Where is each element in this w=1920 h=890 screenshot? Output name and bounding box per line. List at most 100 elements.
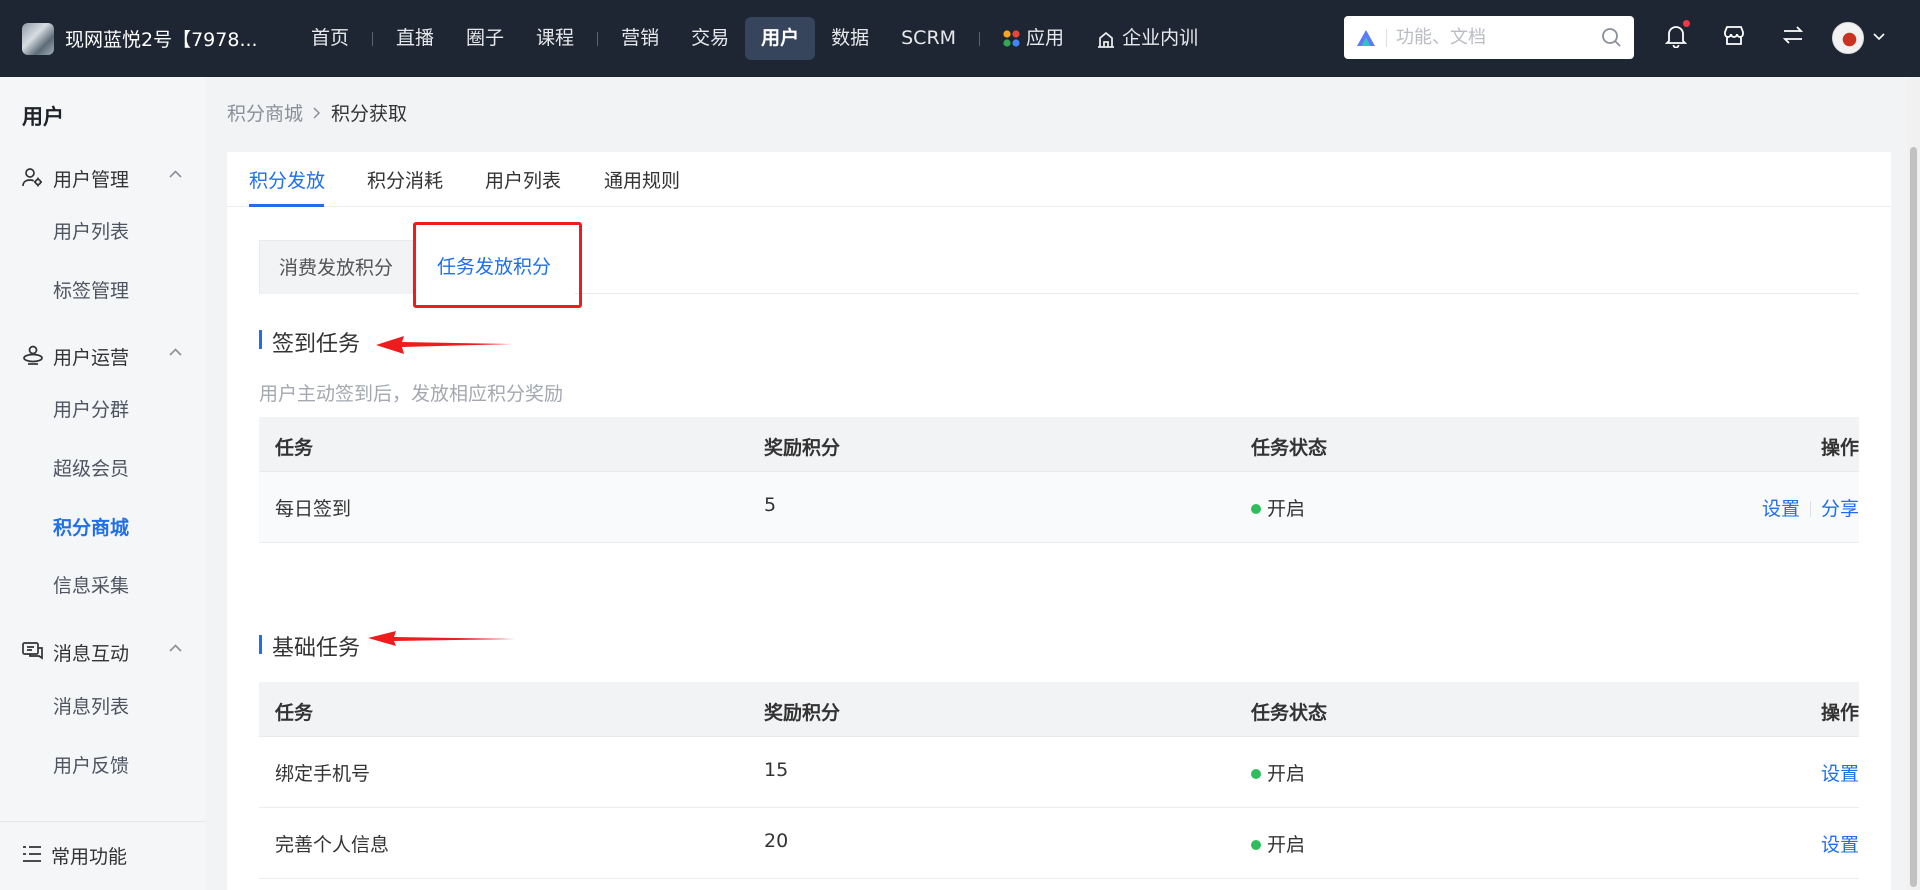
main-nav: 首页 直播 圈子 课程 营销 交易 用户 数据 SCRM 应用 企业内训 (295, 17, 1214, 60)
task-name: 每日签到 (275, 498, 352, 520)
tab-points-issue[interactable]: 积分发放 (249, 166, 325, 193)
task-name: 完善个人信息 (275, 834, 390, 856)
task-status: 开启 (1251, 494, 1305, 521)
brand[interactable]: 现网蓝悦2号【7978... (22, 22, 277, 55)
reward-points: 20 (764, 830, 789, 852)
tab-user-list[interactable]: 用户列表 (485, 166, 561, 193)
column-header-actions: 操作 (1820, 702, 1859, 724)
tab-bar: 积分发放 积分消耗 用户列表 通用规则 (227, 152, 1891, 207)
nav-divider (597, 31, 599, 46)
nav-item-live[interactable]: 直播 (380, 17, 450, 60)
user-avatar[interactable] (1832, 22, 1864, 54)
page-scrollbar[interactable] (1907, 77, 1920, 890)
switch-icon[interactable] (1782, 24, 1804, 46)
action-divider (1809, 501, 1811, 517)
section-marker (259, 635, 262, 654)
sidebar-item-tag-management[interactable]: 标签管理 (53, 276, 129, 303)
nav-item-user[interactable]: 用户 (745, 17, 816, 60)
column-header-points: 奖励积分 (764, 437, 841, 459)
sidebar-group-message-interaction[interactable]: 消息互动 (22, 639, 182, 666)
sidebar-group-label: 常用功能 (51, 846, 128, 868)
sidebar-group-user-management[interactable]: 用户管理 (22, 165, 182, 192)
nav-item-data[interactable]: 数据 (815, 17, 885, 60)
bell-icon[interactable] (1665, 20, 1690, 48)
message-icon (22, 641, 44, 665)
breadcrumb: 积分商城 积分获取 (227, 99, 407, 126)
annotation-arrow (368, 631, 516, 646)
breadcrumb-parent[interactable]: 积分商城 (227, 99, 303, 126)
task-name: 绑定手机号 (275, 763, 371, 785)
basic-section-title: 基础任务 (272, 636, 361, 661)
notification-dot (1683, 20, 1690, 27)
sidebar-group-user-operations[interactable]: 用户运营 (22, 343, 182, 370)
reward-points: 5 (764, 494, 777, 516)
store-icon[interactable] (1723, 24, 1745, 46)
chevron-up-icon[interactable] (169, 348, 182, 356)
sidebar-item-info-collection[interactable]: 信息采集 (53, 571, 129, 598)
table-header: 任务 奖励积分 任务状态 操作 (259, 682, 1859, 737)
table-header: 任务 奖励积分 任务状态 操作 (259, 417, 1859, 472)
chevron-up-icon[interactable] (169, 644, 182, 652)
row-actions: 设置 (1821, 830, 1859, 857)
list-icon (22, 845, 42, 867)
nav-item-trade[interactable]: 交易 (675, 17, 745, 60)
signin-task-table: 任务 奖励积分 任务状态 操作 每日签到 5 开启 设置 分享 (259, 417, 1859, 543)
sidebar-item-user-segments[interactable]: 用户分群 (53, 395, 129, 422)
search-input[interactable] (1396, 27, 1596, 48)
tab-general-rules[interactable]: 通用规则 (604, 166, 680, 193)
sidebar-item-points-mall[interactable]: 积分商城 (53, 513, 129, 540)
signin-section-title: 签到任务 (272, 332, 361, 357)
top-navigation-bar: 现网蓝悦2号【7978... 首页 直播 圈子 课程 营销 交易 用户 数据 S… (0, 0, 1920, 77)
sidebar-item-message-list[interactable]: 消息列表 (53, 692, 129, 719)
nav-divider (979, 31, 981, 46)
nav-item-scrm[interactable]: SCRM (885, 17, 972, 60)
column-header-task: 任务 (275, 702, 314, 724)
nav-item-apps-label: 应用 (1026, 27, 1065, 49)
settings-link[interactable]: 设置 (1821, 763, 1859, 785)
building-icon (1096, 29, 1116, 49)
column-header-points: 奖励积分 (764, 702, 841, 724)
annotation-highlight-box (413, 222, 582, 308)
tab-points-consume[interactable]: 积分消耗 (367, 166, 443, 193)
active-tab-indicator (249, 204, 324, 207)
sidebar-item-user-list[interactable]: 用户列表 (53, 217, 129, 244)
nav-item-apps[interactable]: 应用 (987, 17, 1080, 60)
table-row: 绑定手机号 15 开启 设置 (259, 737, 1859, 808)
nav-item-circle[interactable]: 圈子 (450, 17, 520, 60)
nav-item-marketing[interactable]: 营销 (605, 17, 675, 60)
sidebar-item-super-member[interactable]: 超级会员 (53, 454, 129, 481)
column-header-status: 任务状态 (1251, 702, 1328, 724)
sidebar-item-user-feedback[interactable]: 用户反馈 (53, 751, 129, 778)
sidebar-group-common-functions[interactable]: 常用功能 (22, 842, 182, 869)
share-link[interactable]: 分享 (1821, 498, 1859, 520)
subtab-consumption-points[interactable]: 消费发放积分 (259, 240, 413, 294)
brand-logo (22, 22, 54, 55)
table-row: 完善个人信息 20 开启 设置 (259, 808, 1859, 879)
chevron-down-icon[interactable] (1873, 33, 1885, 41)
scrollbar-thumb[interactable] (1910, 147, 1917, 887)
settings-link[interactable]: 设置 (1762, 498, 1800, 520)
status-text: 开启 (1267, 834, 1306, 856)
search-icon[interactable] (1601, 27, 1622, 48)
nav-item-home[interactable]: 首页 (295, 17, 365, 60)
sidebar-group-label: 用户运营 (53, 347, 130, 369)
search-divider (1386, 28, 1387, 47)
column-header-task: 任务 (275, 437, 314, 459)
user-settings-icon (22, 167, 44, 191)
nav-divider (372, 31, 374, 46)
sidebar-group-label: 消息互动 (53, 643, 130, 665)
table-row: 每日签到 5 开启 设置 分享 (259, 472, 1859, 543)
nav-item-training[interactable]: 企业内训 (1080, 17, 1214, 60)
status-dot (1251, 769, 1261, 779)
settings-link[interactable]: 设置 (1821, 834, 1859, 856)
chevron-up-icon[interactable] (169, 170, 182, 178)
brand-name: 现网蓝悦2号【7978... (65, 29, 258, 51)
section-marker (259, 330, 262, 349)
apps-grid-icon (1003, 30, 1020, 47)
status-text: 开启 (1267, 498, 1306, 520)
search-box (1344, 16, 1634, 59)
status-dot (1251, 504, 1261, 514)
nav-item-course[interactable]: 课程 (520, 17, 590, 60)
sidebar-divider (0, 821, 205, 822)
chevron-right-icon (313, 106, 321, 119)
